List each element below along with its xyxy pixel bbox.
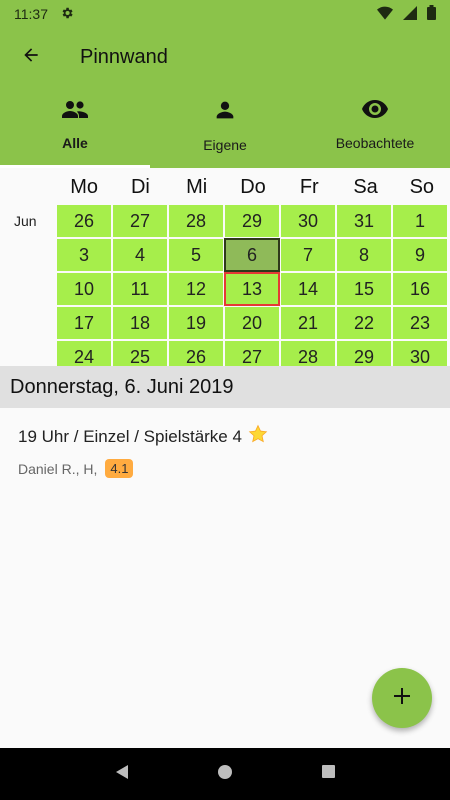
month-label: Jun: [14, 213, 37, 229]
calendar-day[interactable]: 24: [56, 340, 112, 366]
rating-badge: 4.1: [105, 459, 134, 478]
calendar-day[interactable]: 21: [280, 306, 336, 340]
calendar-day[interactable]: 26: [56, 204, 112, 238]
weekday-label: Sa: [353, 176, 378, 198]
calendar-day[interactable]: 7: [280, 238, 336, 272]
weekday-label: So: [409, 176, 435, 198]
battery-icon: [427, 5, 436, 23]
entry-title: 19 Uhr / Einzel / Spielstärke 4: [18, 426, 242, 446]
tab-beobachtete[interactable]: Beobachtete: [300, 90, 450, 168]
calendar-day[interactable]: 9: [392, 238, 448, 272]
calendar-day[interactable]: 12: [168, 272, 224, 306]
tab-alle-label: Alle: [62, 135, 88, 151]
calendar-day[interactable]: 30: [392, 340, 448, 366]
calendar-day[interactable]: 27: [224, 340, 280, 366]
calendar-day[interactable]: 29: [336, 340, 392, 366]
star-icon: [248, 424, 268, 449]
weekday-header: Mo Di Mi Do Fr Sa So: [56, 176, 450, 199]
calendar-day-selected[interactable]: 6: [224, 238, 280, 272]
tab-beobachtete-label: Beobachtete: [335, 135, 415, 151]
system-nav-bar: [0, 748, 450, 800]
calendar-day[interactable]: 16: [392, 272, 448, 306]
calendar-day[interactable]: 29: [224, 204, 280, 238]
calendar-day[interactable]: 28: [280, 340, 336, 366]
calendar-day[interactable]: 20: [224, 306, 280, 340]
entry-title-row: 19 Uhr / Einzel / Spielstärke 4: [18, 424, 438, 449]
calendar-day[interactable]: 23: [392, 306, 448, 340]
calendar-day[interactable]: 11: [112, 272, 168, 306]
eye-icon: [362, 100, 388, 123]
page-title: Pinnwand: [80, 46, 168, 68]
calendar-grid: 26 27 28 29 30 31 1 3 4 5 6 7 8 9 10 11 …: [56, 204, 448, 366]
status-icons: [377, 5, 436, 23]
group-icon: [62, 100, 88, 123]
back-button[interactable]: [14, 42, 48, 72]
settings-icon: [60, 6, 74, 23]
app-bar: Pinnwand Alle Eigene Beobachtete: [0, 28, 450, 168]
status-bar: 11:37: [0, 0, 450, 28]
add-button[interactable]: [372, 668, 432, 728]
calendar-day[interactable]: 15: [336, 272, 392, 306]
calendar-day[interactable]: 22: [336, 306, 392, 340]
calendar-day[interactable]: 28: [168, 204, 224, 238]
calendar-day[interactable]: 18: [112, 306, 168, 340]
tab-alle[interactable]: Alle: [0, 90, 150, 168]
entry-details: Daniel R., H, 4.1: [18, 459, 438, 478]
home-circle-icon: [217, 764, 233, 785]
calendar-day[interactable]: 4: [112, 238, 168, 272]
signal-icon: [403, 5, 417, 23]
nav-recents-button[interactable]: [308, 754, 348, 794]
person-icon: [215, 100, 235, 125]
entry-players: Daniel R., H,: [18, 460, 98, 477]
calendar-day[interactable]: 8: [336, 238, 392, 272]
weekday-label: Mi: [186, 176, 208, 198]
calendar-day[interactable]: 30: [280, 204, 336, 238]
weekday-label: Di: [130, 176, 150, 198]
weekday-label: Mo: [70, 176, 99, 198]
calendar-day[interactable]: 27: [112, 204, 168, 238]
calendar-day-today[interactable]: 13: [224, 272, 280, 306]
weekday-label: Do: [240, 176, 266, 198]
wifi-icon: [377, 6, 393, 23]
list-item[interactable]: 19 Uhr / Einzel / Spielstärke 4 Daniel R…: [18, 424, 438, 478]
back-triangle-icon: [114, 764, 130, 785]
weekday-label: Fr: [299, 176, 319, 198]
calendar-day[interactable]: 19: [168, 306, 224, 340]
calendar-day[interactable]: 31: [336, 204, 392, 238]
status-time: 11:37: [14, 6, 48, 22]
calendar-day[interactable]: 25: [112, 340, 168, 366]
nav-home-button[interactable]: [205, 754, 245, 794]
tab-bar: Alle Eigene Beobachtete: [0, 90, 450, 168]
calendar-day[interactable]: 3: [56, 238, 112, 272]
calendar-day[interactable]: 10: [56, 272, 112, 306]
arrow-back-icon: [21, 45, 41, 70]
recents-square-icon: [321, 764, 336, 784]
nav-back-button[interactable]: [102, 754, 142, 794]
tab-eigene[interactable]: Eigene: [150, 90, 300, 168]
app-screen: 11:37 Pinnwand Alle Eigene Beobachtete M…: [0, 0, 450, 800]
calendar-day[interactable]: 5: [168, 238, 224, 272]
calendar-day[interactable]: 17: [56, 306, 112, 340]
selected-date-header: Donnerstag, 6. Juni 2019: [0, 366, 450, 408]
tab-eigene-label: Eigene: [203, 137, 247, 153]
calendar-day[interactable]: 26: [168, 340, 224, 366]
calendar: Mo Di Mi Do Fr Sa So Jun 26 27 28 29 30 …: [0, 168, 450, 366]
calendar-day[interactable]: 1: [392, 204, 448, 238]
plus-icon: [393, 687, 411, 710]
calendar-day[interactable]: 14: [280, 272, 336, 306]
